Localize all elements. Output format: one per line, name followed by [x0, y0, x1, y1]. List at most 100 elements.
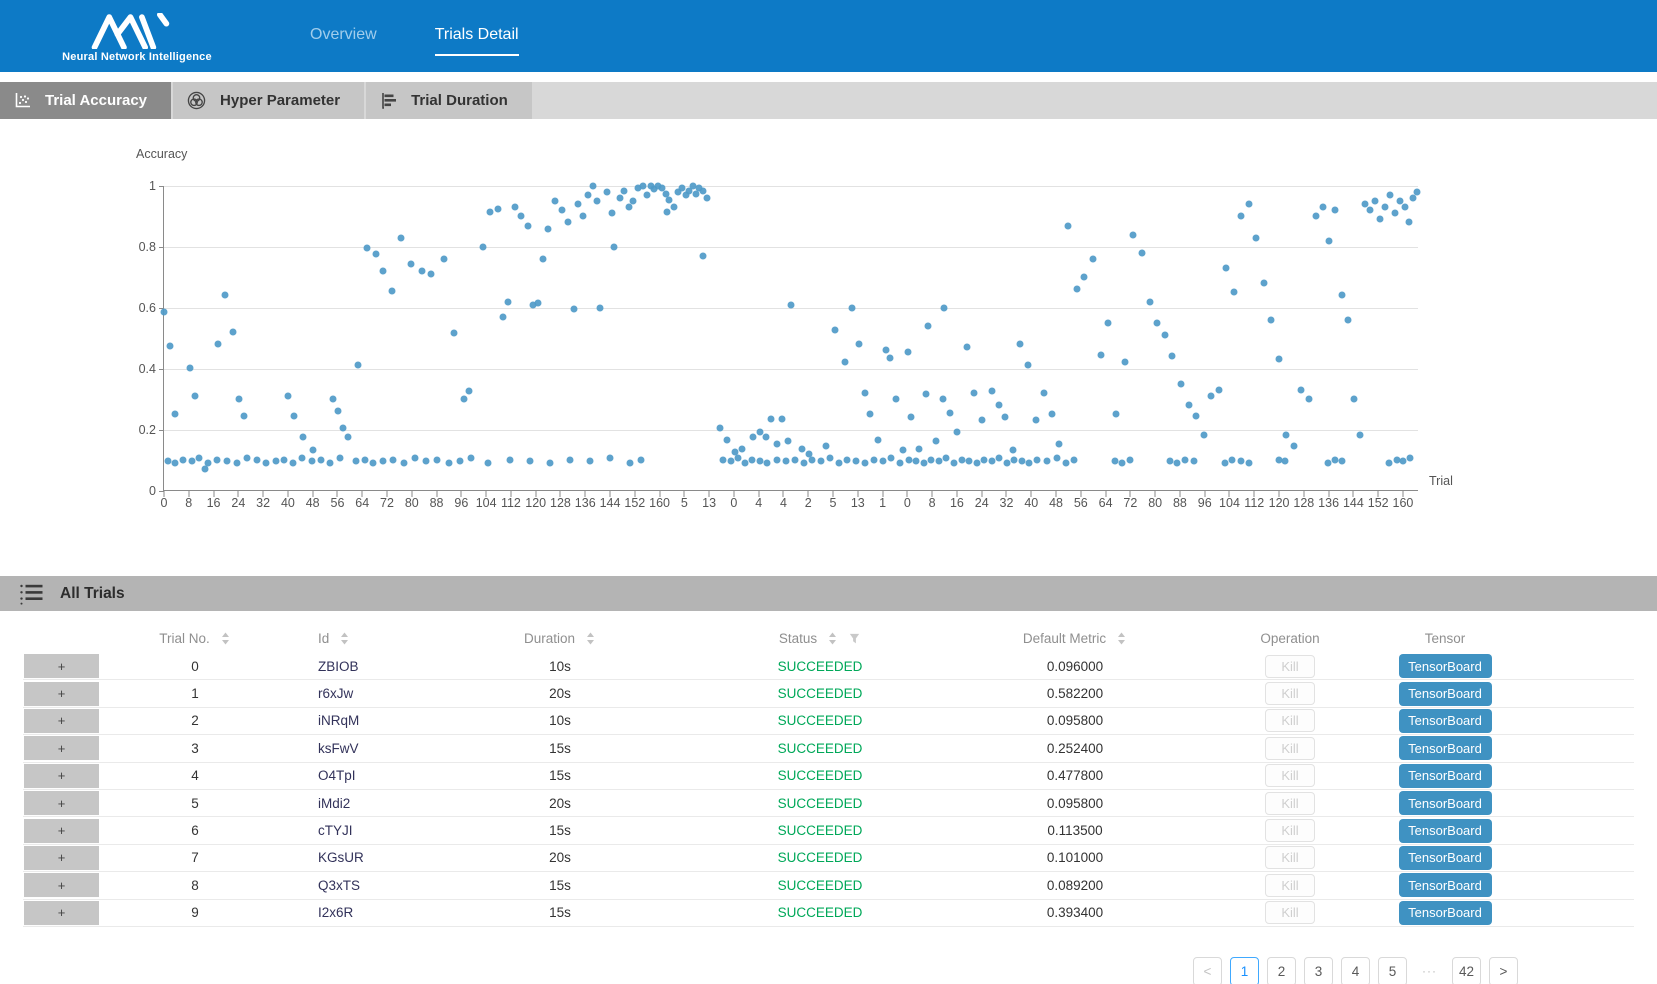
scatter-point [1119, 459, 1126, 466]
scatter-point [978, 417, 985, 424]
y-tick-label: 0.8 [116, 240, 156, 254]
expand-row-button[interactable]: + [23, 818, 100, 844]
tensorboard-button[interactable]: TensorBoard [1399, 819, 1492, 843]
tab-trials-detail[interactable]: Trials Detail [435, 26, 519, 56]
scatter-point [988, 388, 995, 395]
tab-overview[interactable]: Overview [310, 26, 377, 56]
tensorboard-button[interactable]: TensorBoard [1399, 736, 1492, 760]
duration-cell: 10s [420, 659, 700, 674]
scatter-point [607, 455, 614, 462]
expand-row-button[interactable]: + [23, 872, 100, 898]
scatter-point [958, 456, 965, 463]
scatter-point [774, 441, 781, 448]
x-tick-label: 48 [306, 496, 320, 510]
scatter-point [1139, 249, 1146, 256]
kill-button[interactable]: Kill [1265, 682, 1315, 705]
scatter-point [380, 458, 387, 465]
pagination-prev-button[interactable]: < [1193, 957, 1222, 984]
expand-row-button[interactable]: + [23, 708, 100, 734]
expand-row-button[interactable]: + [23, 845, 100, 871]
scatter-point [460, 395, 467, 402]
scatter-point [317, 456, 324, 463]
kill-button[interactable]: Kill [1265, 846, 1315, 869]
scatter-point [285, 392, 292, 399]
kill-button[interactable]: Kill [1265, 819, 1315, 842]
scatter-point [621, 187, 628, 194]
scatter-point [835, 459, 842, 466]
scatter-point [419, 268, 426, 275]
kill-button[interactable]: Kill [1265, 874, 1315, 897]
expand-row-button[interactable]: + [23, 763, 100, 789]
column-header-status: Status [700, 631, 940, 646]
expand-row-button[interactable]: + [23, 735, 100, 761]
sort-icon[interactable] [1116, 631, 1127, 646]
accuracy-chart: Accuracy 10.80.60.40.2008162432404856647… [0, 119, 1657, 564]
pagination-page-3[interactable]: 3 [1304, 957, 1333, 984]
sort-icon[interactable] [585, 631, 596, 646]
sort-icon[interactable] [339, 631, 350, 646]
x-tick-label: 160 [649, 496, 670, 510]
status-cell: SUCCEEDED [700, 850, 940, 865]
scatter-point [920, 459, 927, 466]
scatter-point [1185, 401, 1192, 408]
scatter-point [1377, 216, 1384, 223]
scatter-point [1097, 351, 1104, 358]
tensorboard-button[interactable]: TensorBoard [1399, 846, 1492, 870]
scatter-point [1409, 195, 1416, 202]
pagination-page-4[interactable]: 4 [1341, 957, 1370, 984]
pagination-ellipsis[interactable]: ··· [1415, 957, 1444, 984]
tab-trial-accuracy[interactable]: Trial Accuracy [0, 82, 171, 119]
scatter-point [727, 458, 734, 465]
sort-icon[interactable] [827, 631, 838, 646]
trial-no-cell: 9 [100, 905, 290, 920]
pagination-page-5[interactable]: 5 [1378, 957, 1407, 984]
scatter-point [1392, 210, 1399, 217]
tensorboard-button[interactable]: TensorBoard [1399, 709, 1492, 733]
scatter-point [241, 412, 248, 419]
tensor-cell: TensorBoard [1370, 873, 1520, 897]
x-tick-label: 112 [1244, 496, 1264, 510]
scatter-point [335, 407, 342, 414]
x-tick-label: 72 [1123, 496, 1137, 510]
scatter-point [1146, 298, 1153, 305]
tab-trial-duration[interactable]: Trial Duration [366, 82, 532, 119]
scatter-point [352, 458, 359, 465]
scatter-point [372, 251, 379, 258]
tensorboard-button[interactable]: TensorBoard [1399, 791, 1492, 815]
operation-cell: Kill [1210, 682, 1370, 705]
tensorboard-button[interactable]: TensorBoard [1399, 682, 1492, 706]
scatter-point [897, 459, 904, 466]
kill-button[interactable]: Kill [1265, 709, 1315, 732]
sort-icon[interactable] [220, 631, 231, 646]
pagination-page-42[interactable]: 42 [1452, 957, 1481, 984]
tensorboard-button[interactable]: TensorBoard [1399, 901, 1492, 925]
expand-row-button[interactable]: + [23, 681, 100, 707]
scatter-point [943, 455, 950, 462]
x-tick-label: 24 [975, 496, 989, 510]
kill-button[interactable]: Kill [1265, 901, 1315, 924]
pagination-next-button[interactable]: > [1489, 957, 1518, 984]
kill-button[interactable]: Kill [1265, 737, 1315, 760]
tensorboard-button[interactable]: TensorBoard [1399, 654, 1492, 678]
expand-row-button[interactable]: + [23, 653, 100, 679]
x-tick-label: 8 [929, 496, 936, 510]
x-tick-label: 96 [454, 496, 468, 510]
kill-button[interactable]: Kill [1265, 655, 1315, 678]
pagination-page-1[interactable]: 1 [1230, 957, 1259, 984]
scatter-point [308, 458, 315, 465]
scatter-point [172, 411, 179, 418]
tab-hyper-parameter[interactable]: Hyper Parameter [173, 82, 364, 119]
x-tick-label: 13 [702, 496, 716, 510]
duration-cell: 15s [420, 823, 700, 838]
kill-button[interactable]: Kill [1265, 764, 1315, 787]
scatter-point [527, 458, 534, 465]
pagination-page-2[interactable]: 2 [1267, 957, 1296, 984]
expand-row-button[interactable]: + [23, 900, 100, 926]
filter-icon[interactable] [848, 632, 861, 645]
kill-button[interactable]: Kill [1265, 792, 1315, 815]
tensorboard-button[interactable]: TensorBoard [1399, 873, 1492, 897]
tensorboard-button[interactable]: TensorBoard [1399, 764, 1492, 788]
column-header-label: Default Metric [1023, 631, 1106, 646]
expand-row-button[interactable]: + [23, 790, 100, 816]
scatter-point [762, 433, 769, 440]
